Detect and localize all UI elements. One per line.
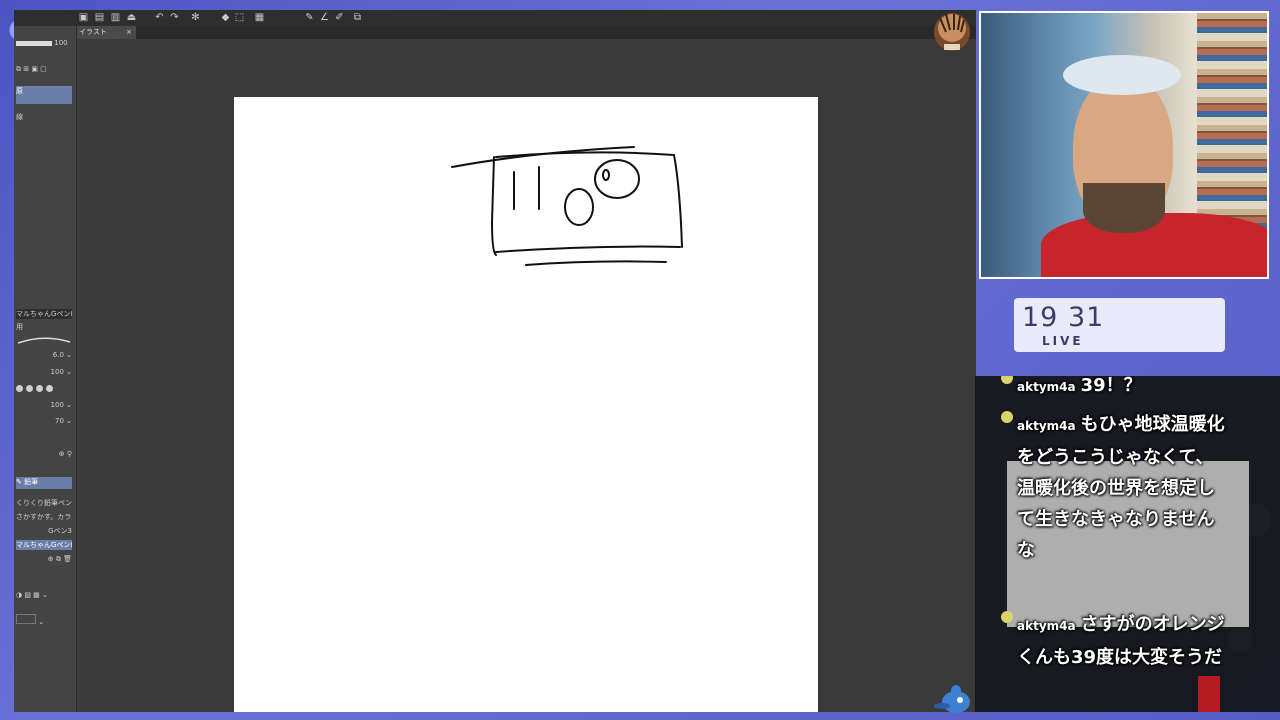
drawing-paper[interactable] bbox=[234, 97, 818, 712]
settings-icon[interactable]: ✻ bbox=[190, 12, 201, 23]
live-label: LIVE bbox=[1042, 334, 1084, 348]
undo-icon[interactable]: ↶ bbox=[154, 12, 165, 23]
subtool-item[interactable]: くりくり鉛筆ペン bbox=[16, 498, 72, 508]
layer-label: 線 bbox=[16, 113, 23, 121]
document-tab[interactable]: イラスト × bbox=[76, 26, 136, 39]
upload-icon[interactable]: ⏏ bbox=[126, 12, 137, 23]
select-icon[interactable]: ⬚ bbox=[234, 12, 245, 23]
stream-mascot-avatar bbox=[932, 8, 972, 52]
chat-username: aktym4a bbox=[1017, 619, 1076, 633]
layer-icon[interactable]: ⧉ bbox=[352, 12, 363, 23]
save-icon[interactable]: ▥ bbox=[110, 12, 121, 23]
chat-message: aktym4a 39！？ bbox=[1001, 376, 1227, 403]
brush-density-value: 100 bbox=[50, 401, 64, 409]
redo-icon[interactable]: ↷ bbox=[169, 12, 180, 23]
brush-density-field[interactable]: 100 ⌄ bbox=[16, 400, 72, 410]
edit-icon[interactable]: ✐ bbox=[334, 12, 345, 23]
brush-size-value: 6.0 bbox=[52, 351, 64, 359]
pen-icon[interactable]: ✎ bbox=[304, 12, 315, 23]
sketch-drawing bbox=[451, 146, 683, 266]
document-tab-bar: イラスト × bbox=[76, 26, 976, 39]
new-icon[interactable]: ▣ bbox=[78, 12, 89, 23]
close-tab-icon[interactable]: × bbox=[126, 26, 132, 39]
fill-icon[interactable]: ◆ bbox=[220, 12, 231, 23]
drawing-app-window: ▣ ▤ ▥ ⏏ ↶ ↷ ✻ ◆ ⬚ ▦ ✎ ∠ ✐ ⧉ イラスト × 100 ⧉… bbox=[14, 10, 976, 712]
layer-item[interactable]: 線 bbox=[16, 112, 72, 122]
user-badge-icon bbox=[1001, 411, 1013, 423]
color-mode-icons[interactable]: ◑ ▧ ▦ ⌄ bbox=[16, 590, 72, 600]
opacity-value: 100 bbox=[54, 39, 68, 47]
opacity-slider[interactable]: 100 bbox=[16, 38, 72, 48]
streamer-beard bbox=[1083, 183, 1165, 233]
subtool-item[interactable]: さかすかす。カラー bbox=[16, 512, 72, 522]
brush-name-header: マルちゃんGペン(BFい用) bbox=[16, 309, 72, 319]
open-icon[interactable]: ▤ bbox=[94, 12, 105, 23]
red-accent-strip bbox=[1198, 676, 1220, 712]
bottom-mascot-icon bbox=[932, 680, 976, 716]
layer-tool-icons[interactable]: ⧉ ⊞ ▣ ▢ bbox=[16, 64, 72, 74]
brush-size-field[interactable]: 6.0 ⌄ bbox=[16, 350, 72, 360]
chat-message: aktym4a さすがのオレンジくんも39度は大変そうだ bbox=[1001, 609, 1227, 673]
brush-stabilizer-value: 70 bbox=[54, 417, 64, 425]
user-badge-icon bbox=[1001, 376, 1013, 384]
user-badge-icon bbox=[1001, 611, 1013, 623]
chat-text: もひゃ地球温暖化をどうこうじゃなくて、温暖化後の世界を想定して生きなきゃなりませ… bbox=[1017, 414, 1225, 561]
clock-time: 19 31 bbox=[1022, 302, 1105, 333]
layer-item-selected[interactable]: 原 bbox=[16, 86, 72, 104]
subtool-item[interactable]: Gペン3 bbox=[16, 526, 72, 536]
color-dropdown[interactable]: ⌄ bbox=[16, 614, 72, 624]
stream-clock: 19 31 LIVE bbox=[1014, 298, 1225, 352]
chat-message: aktym4a もひゃ地球温暖化をどうこうじゃなくて、温暖化後の世界を想定して生き… bbox=[1001, 409, 1227, 566]
brush-sub-text: 用 bbox=[16, 323, 23, 331]
brush-sub-label: 用 bbox=[16, 322, 72, 332]
subtool-header-label: 鉛筆 bbox=[24, 478, 39, 486]
chat-username: aktym4a bbox=[1017, 380, 1076, 394]
chat-panel: aktym4a 39！？ aktym4a もひゃ地球温暖化をどうこうじゃなくて、温暖… bbox=[975, 376, 1280, 712]
brush-shape-selector[interactable] bbox=[16, 383, 72, 393]
subtool-item-label: さかすかす。カラー bbox=[16, 513, 72, 521]
brush-opacity-field[interactable]: 100 ⌄ bbox=[16, 367, 72, 377]
brush-name: マルちゃんGペン(BFい用) bbox=[16, 310, 72, 318]
streamer-head-towel bbox=[1063, 55, 1181, 95]
brush-stroke-preview bbox=[16, 332, 72, 346]
subtool-item-selected[interactable]: マルちゃんGペン(BFい用) bbox=[16, 540, 72, 550]
subtool-item-label: Gペン3 bbox=[48, 527, 72, 535]
subtool-action-icons[interactable]: ⊕ ⧉ 🗑 bbox=[16, 554, 72, 564]
webcam-feed bbox=[979, 11, 1269, 279]
left-tool-panel: 100 ⧉ ⊞ ▣ ▢ 原 線 マルちゃんGペン(BFい用) 用 6.0 ⌄ 1… bbox=[14, 26, 77, 712]
line-icon[interactable]: ∠ bbox=[319, 12, 330, 23]
document-tab-label: イラスト bbox=[79, 28, 107, 36]
toolbar: ▣ ▤ ▥ ⏏ ↶ ↷ ✻ ◆ ⬚ ▦ ✎ ∠ ✐ ⧉ bbox=[14, 10, 976, 26]
chat-username: aktym4a bbox=[1017, 419, 1076, 433]
subtool-header: ✎ 鉛筆 bbox=[16, 477, 72, 489]
brush-stabilizer-field[interactable]: 70 ⌄ bbox=[16, 416, 72, 426]
subtool-item-label: くりくり鉛筆ペン bbox=[16, 499, 72, 507]
brush-opacity-value: 100 bbox=[50, 368, 64, 376]
layer-label: 原 bbox=[16, 87, 23, 95]
zoom-icons[interactable]: ⊕ ⚲ bbox=[16, 449, 72, 459]
canvas-area[interactable] bbox=[77, 39, 976, 712]
chat-text: 39！？ bbox=[1080, 376, 1142, 396]
ruler-icon[interactable]: ▦ bbox=[254, 12, 265, 23]
subtool-item-label: マルちゃんGペン(BFい用) bbox=[16, 541, 72, 549]
